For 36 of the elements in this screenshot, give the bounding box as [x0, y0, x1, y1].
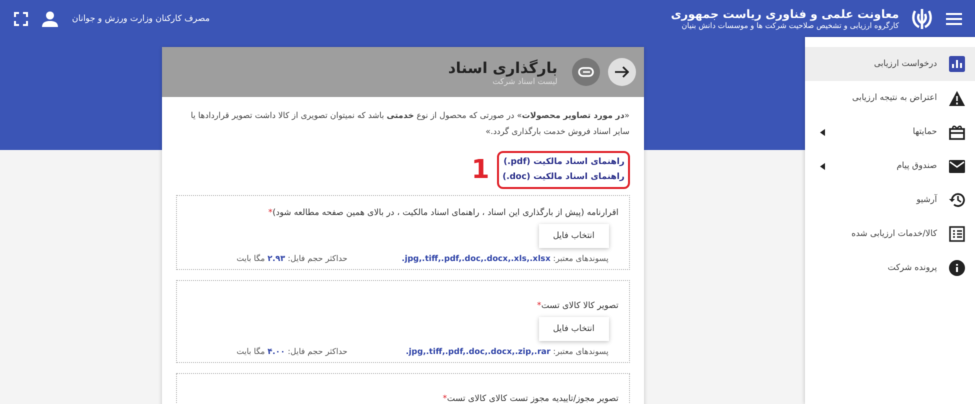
note-text: «در مورد تصاویر محصولات» در صورتی که محصول از نوع خدمتی باشد که نمیتوان تصویری از کالا داشت تصویر قراردادها یا سایر اسناد فروش خدمت بارگذاری گردد.»	[190, 109, 630, 138]
gift-icon	[949, 124, 965, 140]
max-file-size: حداکثر حجم فایل: ۴.۰۰ مگا بایت	[236, 347, 348, 356]
app-title: معاونت علمی و فناوری ریاست جمهوری	[670, 7, 899, 21]
fullscreen-icon[interactable]	[14, 12, 28, 26]
upload-label: تصویر کالا کالای تست*	[536, 301, 618, 311]
mail-icon	[949, 160, 965, 172]
warning-icon	[949, 90, 965, 106]
history-icon	[949, 192, 965, 208]
user-name: مصرف کارکنان وزارت ورزش و جوانان	[72, 14, 210, 24]
sidebar-item[interactable]: کالا/خدمات ارزیابی شده	[805, 217, 975, 251]
sidebar-item[interactable]: صندوق پیام	[805, 149, 975, 183]
guide-link[interactable]: راهنمای اسناد مالکیت (pdf.)	[502, 155, 624, 170]
card-title: بارگذاری اسناد	[448, 58, 558, 76]
sidebar-item[interactable]: حمایتها	[805, 115, 975, 149]
sidebar-item[interactable]: اعتراض به نتیجه ارزیابی	[805, 81, 975, 115]
choose-file-button[interactable]: انتخاب فایل	[538, 317, 608, 341]
info-icon	[949, 260, 965, 276]
max-file-size: حداکثر حجم فایل: ۲.۹۳ مگا بایت	[236, 254, 348, 263]
paperclip-icon	[578, 67, 594, 77]
bar-chart-icon	[949, 56, 965, 72]
emblem-icon	[911, 6, 933, 30]
card-subtitle: لیست اسناد شرکت	[491, 76, 558, 86]
sidebar-item[interactable]: آرشیو	[805, 183, 975, 217]
upload-label: تصویر مجوز/تاییدیه مجوز تست کالای کالای تست*	[442, 394, 618, 404]
guide-link[interactable]: راهنمای اسناد مالکیت (doc.)	[502, 170, 624, 185]
list-icon	[949, 226, 965, 242]
sidebar-item[interactable]: درخواست ارزیابی	[805, 47, 975, 81]
choose-file-button[interactable]: انتخاب فایل	[538, 224, 608, 248]
annotation-number: 1	[471, 157, 490, 183]
user-icon[interactable]	[42, 10, 58, 26]
back-button[interactable]	[608, 58, 636, 86]
sidebar-item[interactable]: پرونده شرکت	[805, 251, 975, 285]
arrow-icon	[614, 66, 628, 78]
upload-label: اقرارنامه (پیش از بارگذاری این اسناد ، راهنمای اسناد مالکیت ، در بالای همین صفحه مطالعه شود)*	[267, 208, 618, 218]
menu-icon[interactable]	[945, 12, 963, 26]
